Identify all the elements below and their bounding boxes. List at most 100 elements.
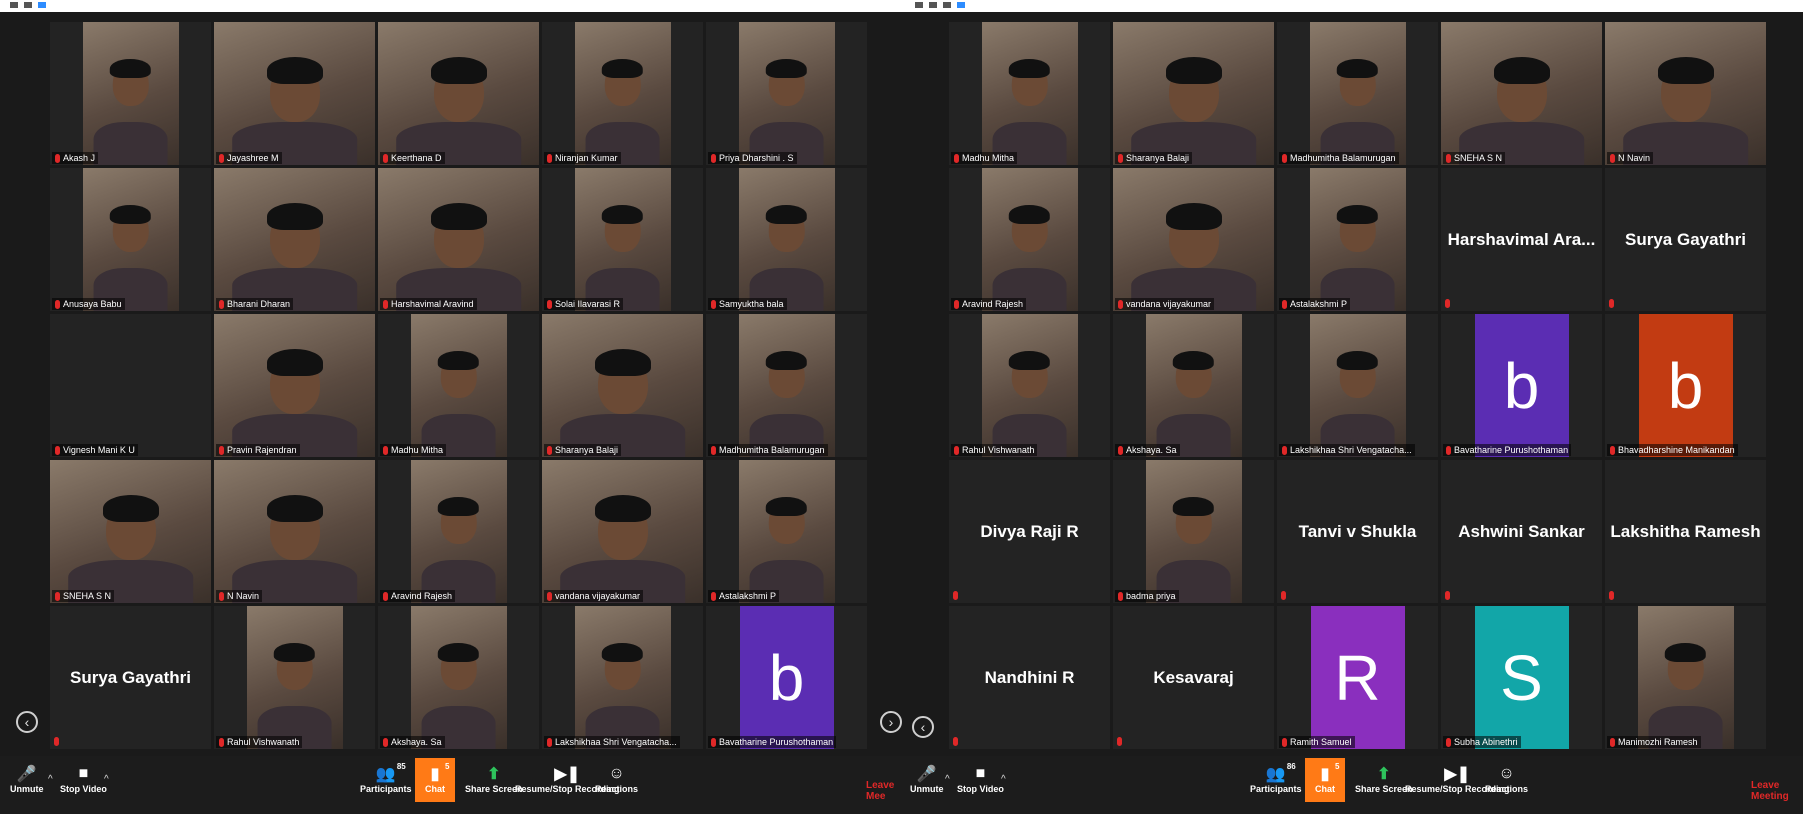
participant-video	[1113, 22, 1274, 165]
meeting-toolbar: 🎤 Unmute ^ ■ Stop Video ^ 👥 85 Participants …	[0, 756, 905, 814]
participant-name: Bharani Dharan	[227, 299, 291, 309]
participant-tile[interactable]: Sharanya Balaji	[542, 314, 703, 457]
participant-tile[interactable]: Madhu Mitha	[378, 314, 539, 457]
person-head	[602, 642, 644, 690]
participant-video	[542, 314, 703, 457]
share-screen-button[interactable]: ⬆ Share Screen	[1355, 764, 1413, 794]
participant-tile[interactable]: SNEHA S N	[1441, 22, 1602, 165]
participant-tile[interactable]: Madhu Mitha	[949, 22, 1110, 165]
window-control[interactable]	[943, 2, 951, 8]
participant-tile[interactable]: SNEHA S N	[50, 460, 211, 603]
unmute-button[interactable]: 🎤 Unmute	[10, 764, 44, 794]
participant-tile[interactable]: Aravind Rajesh	[949, 168, 1110, 311]
participant-tile[interactable]: Samyuktha bala	[706, 168, 867, 311]
participant-tile[interactable]: vandana vijayakumar	[1113, 168, 1274, 311]
stop-video-button[interactable]: ■ Stop Video	[957, 764, 1004, 794]
participant-tile[interactable]: Priya Dharshini . S	[706, 22, 867, 165]
participant-tile[interactable]: Keerthana D	[378, 22, 539, 165]
participant-tile[interactable]: Lakshitha Ramesh	[1605, 460, 1766, 603]
video-options-caret[interactable]: ^	[104, 774, 109, 785]
participant-name-label: vandana vijayakumar	[544, 590, 644, 602]
participant-tile[interactable]: Akshaya. Sa	[1113, 314, 1274, 457]
window-control[interactable]	[929, 2, 937, 8]
title-bar	[905, 0, 1803, 12]
participant-name-label: Jayashree M	[216, 152, 282, 164]
participant-tile[interactable]: Surya Gayathri	[1605, 168, 1766, 311]
chevron-left-icon[interactable]: ‹	[16, 711, 38, 733]
video-options-caret[interactable]: ^	[1001, 774, 1006, 785]
participant-tile[interactable]: Pravin Rajendran	[214, 314, 375, 457]
participant-tile[interactable]: b Bavatharine Purushothaman	[1441, 314, 1602, 457]
person-head	[1165, 57, 1222, 123]
mic-off-icon	[1117, 737, 1122, 746]
person-head	[1657, 57, 1714, 123]
participant-tile[interactable]: Akash J	[50, 22, 211, 165]
audio-options-caret[interactable]: ^	[48, 774, 53, 785]
participant-tile[interactable]: Surya Gayathri	[50, 606, 211, 749]
participant-tile[interactable]: Rahul Vishwanath	[949, 314, 1110, 457]
window-control[interactable]	[24, 2, 32, 8]
participant-tile[interactable]: Nandhini R	[949, 606, 1110, 749]
participant-tile[interactable]: R Ramith Samuel	[1277, 606, 1438, 749]
participant-tile[interactable]: Madhumitha Balamurugan	[706, 314, 867, 457]
participants-button[interactable]: 👥 85 Participants	[360, 762, 412, 794]
participant-tile[interactable]: Akshaya. Sa	[378, 606, 539, 749]
person-head	[1493, 57, 1550, 123]
participant-name-label: Sharanya Balaji	[544, 444, 622, 456]
window-control[interactable]	[10, 2, 18, 8]
participant-tile[interactable]: Sharanya Balaji	[1113, 22, 1274, 165]
participant-tile[interactable]: Rahul Vishwanath	[214, 606, 375, 749]
reactions-button[interactable]: ☺ Reactions	[1485, 764, 1528, 794]
window-control[interactable]	[915, 2, 923, 8]
participant-tile[interactable]: Manimozhi Ramesh	[1605, 606, 1766, 749]
participant-tile[interactable]: Kesavaraj	[1113, 606, 1274, 749]
participants-button[interactable]: 👥 86 Participants	[1250, 762, 1302, 794]
participant-tile[interactable]: b Bhavadharshine Manikandan	[1605, 314, 1766, 457]
mic-off-icon	[55, 445, 60, 455]
participant-tile[interactable]: Astalakshmi P	[1277, 168, 1438, 311]
chat-button[interactable]: ▮ 5 Chat	[1305, 758, 1345, 802]
participant-tile[interactable]: b Bavatharine Purushothaman	[706, 606, 867, 749]
participant-tile[interactable]: Harshavimal Ara...	[1441, 168, 1602, 311]
participant-tile[interactable]: Astalakshmi P	[706, 460, 867, 603]
participant-tile[interactable]: Madhumitha Balamurugan	[1277, 22, 1438, 165]
participant-tile[interactable]: badma priya	[1113, 460, 1274, 603]
participant-tile[interactable]: Harshavimal Aravind	[378, 168, 539, 311]
participant-tile[interactable]: Tanvi v Shukla	[1277, 460, 1438, 603]
participant-name-label: Sharanya Balaji	[1115, 152, 1193, 164]
participant-tile[interactable]: Ashwini Sankar	[1441, 460, 1602, 603]
participant-tile[interactable]: Lakshikhaa Shri Vengatacha...	[542, 606, 703, 749]
leave-meeting-button[interactable]: Leave Meeting	[1751, 780, 1803, 802]
participant-video	[738, 168, 835, 311]
audio-options-caret[interactable]: ^	[945, 774, 950, 785]
stop-video-button[interactable]: ■ Stop Video	[60, 764, 107, 794]
chevron-left-icon[interactable]: ‹	[912, 716, 934, 738]
participant-tile[interactable]: vandana vijayakumar	[542, 460, 703, 603]
participant-display-name: Harshavimal Ara...	[1447, 229, 1596, 249]
participant-tile[interactable]: Niranjan Kumar	[542, 22, 703, 165]
participant-name-label: Astalakshmi P	[708, 590, 780, 602]
gallery-view-icon[interactable]	[38, 2, 46, 8]
participant-tile[interactable]: Anusaya Babu	[50, 168, 211, 311]
participant-name-label: Bavatharine Purushothaman	[1443, 444, 1572, 456]
participant-video	[214, 168, 375, 311]
gallery-view-icon[interactable]	[957, 2, 965, 8]
participant-tile[interactable]: N Navin	[1605, 22, 1766, 165]
participant-tile[interactable]: Jayashree M	[214, 22, 375, 165]
participant-tile[interactable]: Aravind Rajesh	[378, 460, 539, 603]
participant-tile[interactable]: Divya Raji R	[949, 460, 1110, 603]
chat-button[interactable]: ▮ 5 Chat	[415, 758, 455, 802]
participant-tile[interactable]: Lakshikhaa Shri Vengatacha...	[1277, 314, 1438, 457]
participant-tile[interactable]: Bharani Dharan	[214, 168, 375, 311]
participant-name: Rahul Vishwanath	[227, 737, 300, 747]
leave-meeting-button[interactable]: Leave Mee	[866, 780, 905, 802]
participant-tile[interactable]: Vignesh Mani K U	[50, 314, 211, 457]
participant-tile[interactable]: S Subha Abinethri	[1441, 606, 1602, 749]
participant-tile[interactable]: N Navin	[214, 460, 375, 603]
chevron-right-icon[interactable]: ›	[880, 711, 902, 733]
share-screen-button[interactable]: ⬆ Share Screen	[465, 764, 523, 794]
participant-name: Sharanya Balaji	[555, 445, 619, 455]
participant-tile[interactable]: Solai Ilavarasi R	[542, 168, 703, 311]
unmute-button[interactable]: 🎤 Unmute	[910, 764, 944, 794]
reactions-button[interactable]: ☺ Reactions	[595, 764, 638, 794]
